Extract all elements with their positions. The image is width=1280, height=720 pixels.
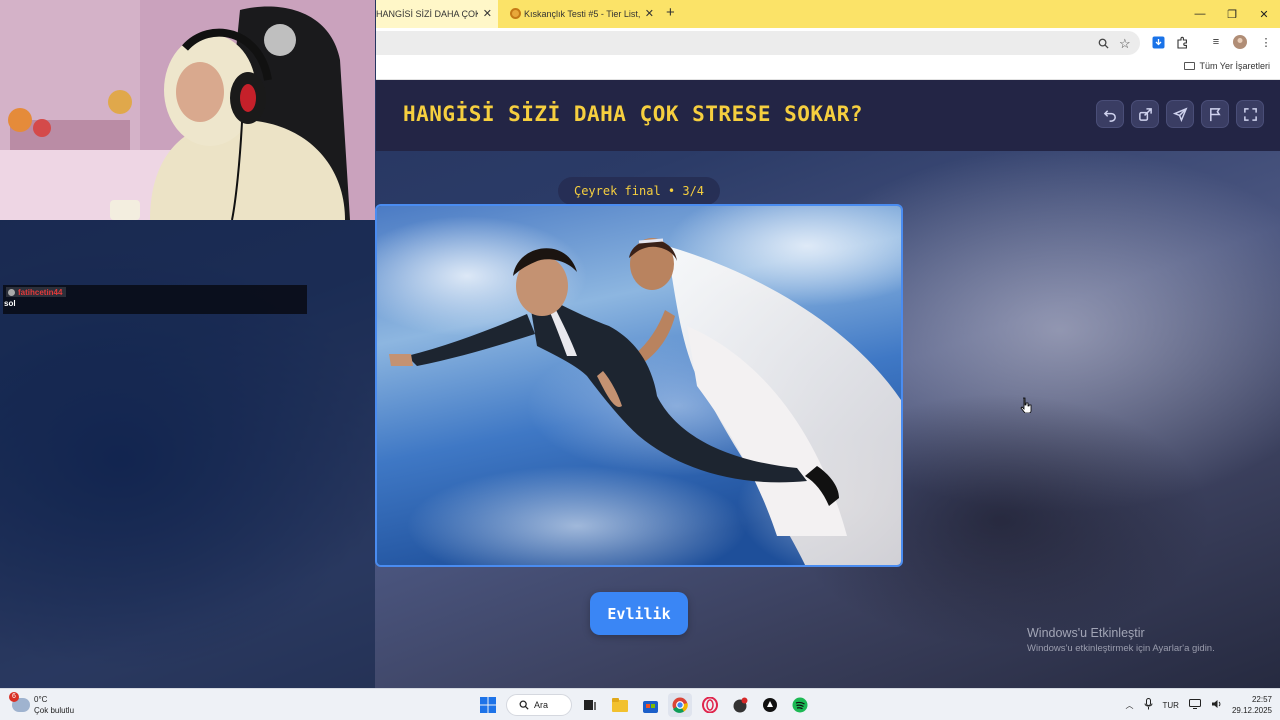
share-icon [1138, 107, 1152, 121]
undo-button[interactable] [1096, 100, 1124, 128]
flag-icon [1209, 107, 1221, 121]
weather-description: Çok bulutlu [34, 706, 75, 715]
clock-time: 22:57 [1251, 695, 1272, 704]
chevron-up-icon[interactable]: ︿ [1126, 700, 1134, 711]
media-control-icon[interactable]: ≡ [1208, 34, 1224, 50]
taskbar-search[interactable]: Ara [506, 694, 572, 716]
choice-button[interactable]: Evlilik [590, 592, 688, 635]
close-tab-icon[interactable]: ✕ [645, 7, 654, 20]
restore-icon[interactable]: ❐ [1216, 0, 1248, 28]
opera-icon[interactable] [698, 693, 722, 717]
undo-icon [1103, 109, 1116, 122]
round-indicator: Çeyrek final • 3/4 [558, 177, 720, 205]
wedding-photo-image [377, 206, 901, 565]
report-button[interactable] [1201, 100, 1229, 128]
browser-toolbar: ☆ ≡ ⋮ [376, 28, 1280, 56]
download-icon[interactable] [1150, 34, 1166, 50]
webcam-overlay [0, 0, 375, 220]
profile-avatar[interactable] [1232, 34, 1248, 50]
zoom-icon[interactable] [1098, 38, 1109, 52]
extensions-icon[interactable] [1174, 34, 1190, 50]
volume-icon[interactable] [1211, 699, 1222, 711]
tab-title: Kıskançlık Testi #5 - Tier List, Ka [524, 9, 642, 19]
system-tray: ︿ TUR 22:57 29.12.2025 [1126, 693, 1273, 717]
send-icon [1172, 106, 1188, 122]
all-bookmarks-button[interactable]: Tüm Yer İşaretleri [1184, 61, 1270, 71]
bookmarks-bar: Tüm Yer İşaretleri [376, 56, 1280, 80]
choice-image-card[interactable] [375, 204, 903, 567]
cloud-icon: 6 [9, 692, 30, 712]
game-app-icon[interactable] [728, 693, 752, 717]
fullscreen-button[interactable] [1236, 100, 1264, 128]
share-button[interactable] [1131, 100, 1159, 128]
send-button[interactable] [1166, 100, 1194, 128]
launcher-app-icon[interactable] [758, 693, 782, 717]
weather-temperature: 0°C [34, 695, 48, 704]
streamer-webcam-image [0, 0, 375, 220]
search-icon [519, 700, 529, 710]
search-label: Ara [534, 700, 549, 710]
new-tab-icon[interactable]: + [666, 4, 675, 21]
chrome-icon[interactable] [668, 693, 692, 717]
user-badge-icon [8, 288, 15, 296]
minimize-icon[interactable]: — [1184, 0, 1216, 28]
file-explorer-icon[interactable] [608, 693, 632, 717]
weather-badge: 6 [9, 692, 19, 702]
windows-taskbar: 6 0°C Çok bulutlu Ara ︿ TUR 22:57 29.12.… [0, 688, 1280, 720]
tab-quiz[interactable]: HANGİSİ SİZİ DAHA ÇOK STRES ✕ [376, 0, 498, 28]
language-indicator[interactable]: TUR [1163, 701, 1179, 710]
spotify-icon[interactable] [788, 693, 812, 717]
network-icon[interactable] [1188, 699, 1201, 711]
windows-activation-title: Windows'u Etkinleştir [1027, 626, 1145, 640]
window-close-icon[interactable]: ✕ [1248, 0, 1280, 28]
browser-tabstrip: HANGİSİ SİZİ DAHA ÇOK STRES ✕ Kıskançlık… [376, 0, 1280, 28]
clock-date: 29.12.2025 [1231, 706, 1272, 715]
store-icon[interactable] [638, 693, 662, 717]
tab-kiskanclik[interactable]: Kıskançlık Testi #5 - Tier List, Ka ✕ [502, 0, 660, 28]
start-windows-icon[interactable] [476, 693, 500, 717]
site-favicon-icon [510, 8, 521, 19]
bookmark-star-icon[interactable]: ☆ [1119, 36, 1131, 52]
chat-message-text: sol [4, 299, 16, 308]
fullscreen-icon [1243, 107, 1257, 121]
page-title: HANGİSİ SİZİ DAHA ÇOK STRESE SOKAR? [403, 102, 864, 126]
menu-kebab-icon[interactable]: ⋮ [1258, 34, 1274, 50]
microphone-icon[interactable] [1144, 698, 1153, 712]
close-tab-icon[interactable]: ✕ [483, 7, 492, 20]
address-bar[interactable]: ☆ [376, 31, 1140, 55]
windows-activation-subtitle: Windows'u etkinleştirmek için Ayarlar'a … [1027, 643, 1215, 654]
taskbar-apps: Ara [476, 693, 812, 717]
quiz-header: HANGİSİ SİZİ DAHA ÇOK STRESE SOKAR? [376, 80, 1280, 151]
chat-username-text: fatihcetin44 [18, 287, 63, 297]
weather-widget[interactable]: 6 0°C Çok bulutlu [9, 692, 75, 717]
system-clock[interactable]: 22:57 29.12.2025 [1232, 694, 1272, 716]
hand-cursor-icon [1020, 397, 1032, 418]
chat-username: fatihcetin44 [6, 287, 67, 297]
task-view-icon[interactable] [578, 693, 602, 717]
all-bookmarks-label: Tüm Yer İşaretleri [1199, 61, 1270, 71]
window-controls: — ❐ ✕ [1184, 0, 1280, 28]
tab-title: HANGİSİ SİZİ DAHA ÇOK STRES [376, 9, 478, 19]
folder-icon [1184, 62, 1196, 70]
